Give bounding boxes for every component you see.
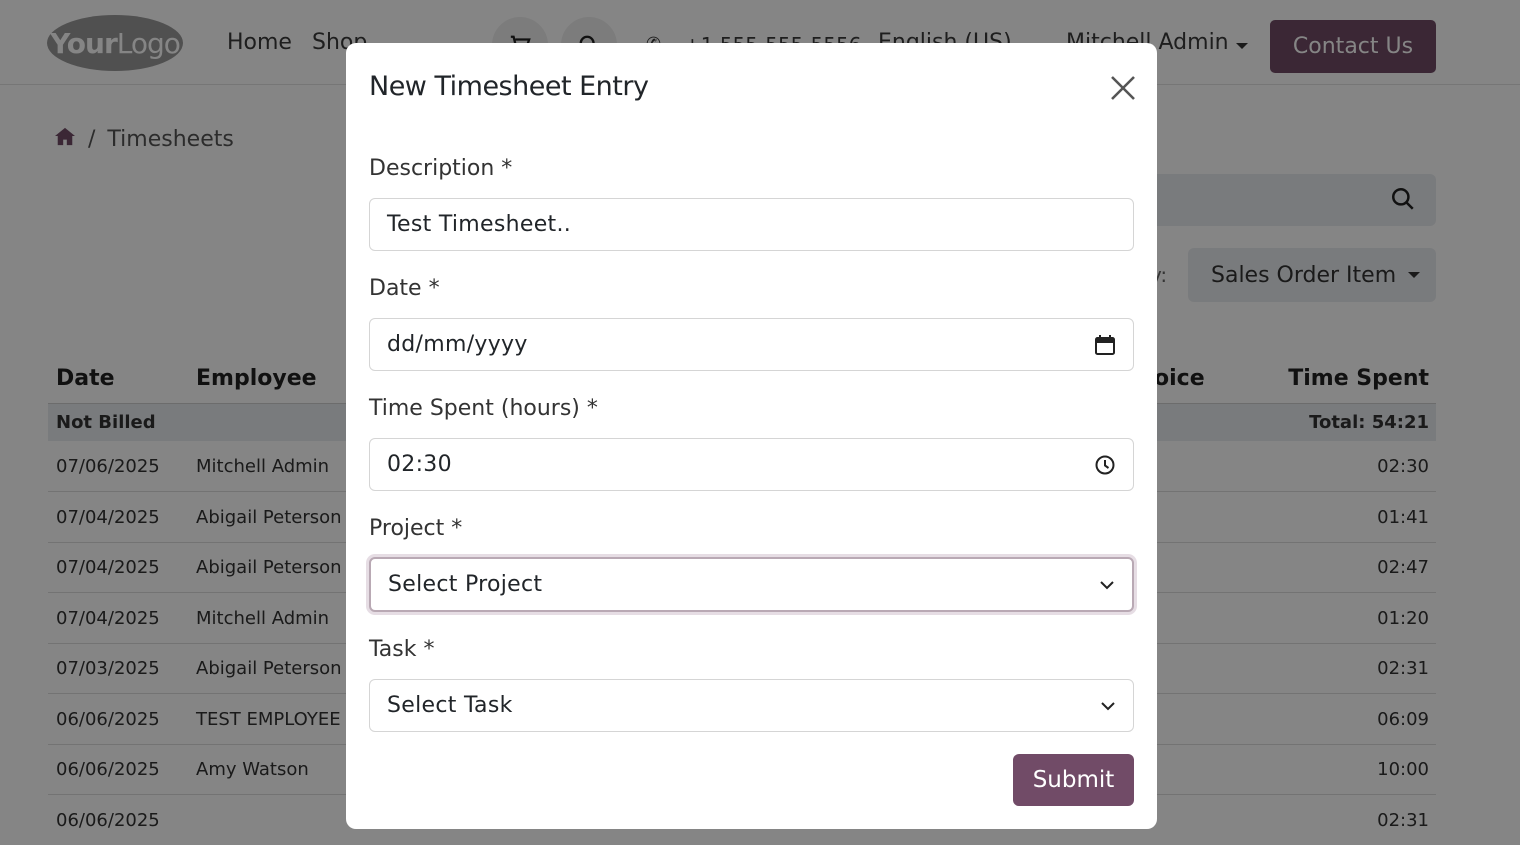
- calendar-icon[interactable]: [1094, 334, 1116, 356]
- description-value: Test Timesheet..: [387, 212, 572, 237]
- clock-icon[interactable]: [1094, 454, 1116, 476]
- chevron-down-icon: [1100, 580, 1114, 589]
- project-value: Select Project: [388, 572, 543, 597]
- description-label: Description *: [369, 156, 513, 181]
- new-timesheet-dialog: New Timesheet Entry Description * Test T…: [346, 43, 1157, 829]
- dialog-title: New Timesheet Entry: [369, 71, 649, 102]
- project-select[interactable]: Select Project: [369, 557, 1134, 612]
- close-button[interactable]: [1106, 71, 1140, 105]
- task-label: Task *: [369, 637, 435, 662]
- chevron-down-icon: [1101, 701, 1115, 710]
- submit-button[interactable]: Submit: [1013, 754, 1134, 806]
- date-field[interactable]: dd/mm/yyyy: [369, 318, 1134, 371]
- description-field[interactable]: Test Timesheet..: [369, 198, 1134, 251]
- time-spent-label: Time Spent (hours) *: [369, 396, 598, 421]
- project-label: Project *: [369, 516, 463, 541]
- date-label: Date *: [369, 276, 440, 301]
- task-select[interactable]: Select Task: [369, 679, 1134, 732]
- date-placeholder: dd/mm/yyyy: [387, 332, 528, 357]
- time-spent-field[interactable]: 02:30: [369, 438, 1134, 491]
- close-icon: [1111, 76, 1135, 100]
- task-value: Select Task: [387, 693, 513, 718]
- time-spent-value: 02:30: [387, 452, 452, 477]
